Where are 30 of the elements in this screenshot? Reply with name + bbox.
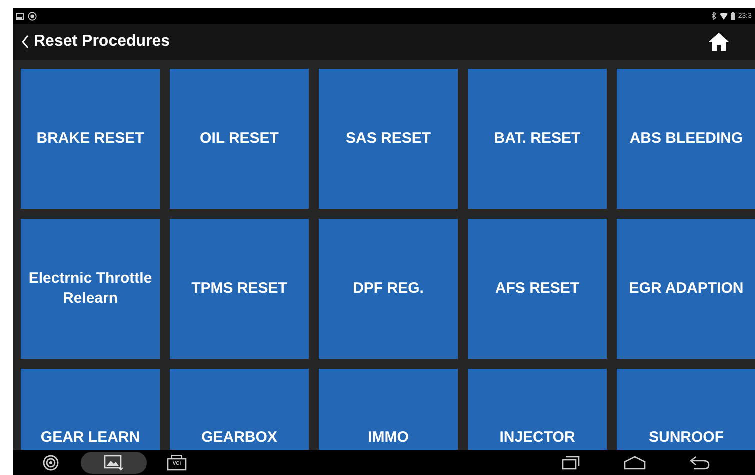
procedure-tile[interactable]: Electrnic Throttle Relearn xyxy=(21,219,160,359)
procedure-tile[interactable]: EGR ADAPTION xyxy=(617,219,755,359)
procedure-tile[interactable]: GEARBOX xyxy=(170,369,309,450)
back-nav-icon[interactable] xyxy=(690,456,710,470)
procedure-tile[interactable]: SAS RESET xyxy=(319,69,458,209)
procedure-tile[interactable]: TPMS RESET xyxy=(170,219,309,359)
procedure-tile[interactable]: IMMO xyxy=(319,369,458,450)
bluetooth-icon xyxy=(712,12,718,20)
target-icon xyxy=(43,454,59,470)
target-notification-icon xyxy=(28,12,37,20)
vci-device-icon xyxy=(167,454,187,470)
taskbar-app[interactable] xyxy=(81,452,147,474)
procedure-tile[interactable]: SUNROOF xyxy=(617,369,755,450)
battery-icon xyxy=(731,12,736,20)
procedure-tile[interactable]: INJECTOR xyxy=(468,369,607,450)
procedure-tile[interactable]: ABS BLEEDING xyxy=(617,69,755,209)
procedure-tile[interactable]: DPF REG. xyxy=(319,219,458,359)
page-title: Reset Procedures xyxy=(34,32,170,52)
recent-apps-icon[interactable] xyxy=(562,456,580,470)
back-icon[interactable] xyxy=(22,35,29,49)
procedure-tile[interactable]: GEAR LEARN xyxy=(21,369,160,450)
procedure-tile[interactable]: BRAKE RESET xyxy=(21,69,160,209)
gallery-icon xyxy=(104,454,124,470)
procedure-tile[interactable]: AFS RESET xyxy=(468,219,607,359)
image-notification-icon xyxy=(16,12,24,20)
wifi-icon xyxy=(720,12,728,20)
home-nav-icon[interactable] xyxy=(624,456,646,470)
procedure-tile[interactable]: BAT. RESET xyxy=(468,69,607,209)
home-icon[interactable] xyxy=(709,33,729,51)
procedure-tile[interactable]: OIL RESET xyxy=(170,69,309,209)
